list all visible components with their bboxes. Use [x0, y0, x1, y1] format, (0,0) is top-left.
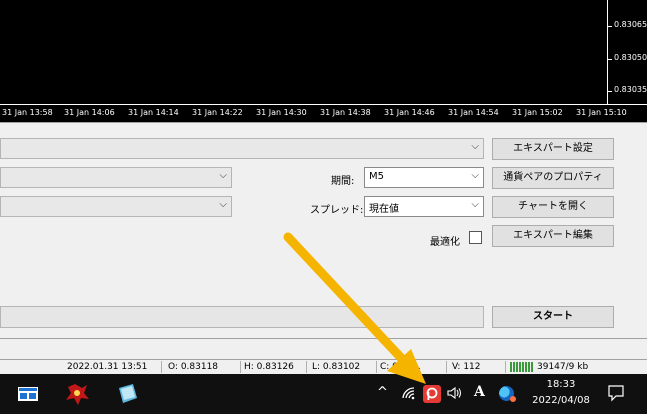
- edit-expert-button[interactable]: エキスパート編集: [492, 225, 614, 247]
- time-axis: 31 Jan 13:58 31 Jan 14:06 31 Jan 14:14 3…: [0, 104, 647, 122]
- optimization-checkbox[interactable]: [469, 231, 482, 244]
- time-label: 31 Jan 15:02: [512, 108, 563, 117]
- status-volume: V: 112: [452, 362, 481, 372]
- period-combo-value: M5: [369, 171, 384, 182]
- status-traffic: 39147/9 kb: [537, 362, 589, 372]
- time-label: 31 Jan 14:38: [320, 108, 371, 117]
- clock-time[interactable]: 18:33: [543, 379, 579, 390]
- screen: 0.83065 0.83050 0.83035 31 Jan 13:58 31 …: [0, 0, 647, 414]
- status-separator: [240, 361, 241, 373]
- tray-app-icon[interactable]: [423, 385, 441, 403]
- symbol-combo[interactable]: ⌵: [0, 167, 232, 188]
- notification-icon[interactable]: [607, 384, 625, 405]
- expert-combo[interactable]: ⌵: [0, 138, 484, 159]
- status-bar: 2022.01.31 13:51 O: 0.83118 H: 0.83126 L…: [0, 360, 647, 374]
- status-separator: [376, 361, 377, 373]
- windows-taskbar: ^ A 18:33 2022/04/08: [0, 374, 647, 414]
- optimization-label: 最適化: [430, 237, 460, 248]
- status-high: H: 0.83126: [244, 362, 294, 372]
- time-label: 31 Jan 14:06: [64, 108, 115, 117]
- period-combo[interactable]: M5 ⌵: [364, 167, 484, 188]
- status-low: L: 0.83102: [312, 362, 361, 372]
- wifi-icon[interactable]: [401, 386, 417, 403]
- model-combo[interactable]: ⌵: [0, 196, 232, 217]
- price-tick: [608, 59, 612, 60]
- status-separator: [306, 361, 307, 373]
- open-chart-button[interactable]: チャートを開く: [492, 196, 614, 218]
- price-label: 0.83035: [614, 85, 647, 94]
- speaker-icon[interactable]: [447, 386, 463, 403]
- price-tick: [608, 91, 612, 92]
- strategy-tester-panel: ⌵ エキスパート設定 ⌵ 期間: M5 ⌵ 通貨ペアのプロパティ ⌵ スプレッド…: [0, 122, 647, 336]
- symbol-properties-button[interactable]: 通貨ペアのプロパティ: [492, 167, 614, 189]
- time-label: 31 Jan 14:14: [128, 108, 179, 117]
- browser-tray-icon[interactable]: [499, 386, 516, 402]
- spread-combo[interactable]: 現在値 ⌵: [364, 196, 484, 217]
- spread-combo-value: 現在値: [369, 204, 399, 215]
- start-button[interactable]: スタート: [492, 306, 614, 328]
- status-separator: [446, 361, 447, 373]
- mt4-app-icon[interactable]: [62, 379, 90, 407]
- notepad-app-icon[interactable]: [113, 380, 141, 408]
- price-tick: [608, 26, 612, 27]
- price-scale: 0.83065 0.83050 0.83035: [607, 0, 647, 104]
- connection-icon: [510, 362, 534, 372]
- expert-settings-button[interactable]: エキスパート設定: [492, 138, 614, 160]
- price-label: 0.83065: [614, 20, 647, 29]
- chevron-down-icon: ⌵: [471, 141, 479, 152]
- status-separator: [505, 361, 506, 373]
- status-separator: [161, 361, 162, 373]
- time-label: 31 Jan 15:10: [576, 108, 627, 117]
- status-close: C: 0.83...: [380, 362, 421, 372]
- chevron-up-icon[interactable]: ^: [377, 385, 388, 400]
- badge-icon: [510, 396, 516, 402]
- price-label: 0.83050: [614, 53, 647, 62]
- time-label: 31 Jan 13:58: [2, 108, 53, 117]
- status-datetime: 2022.01.31 13:51: [67, 362, 148, 372]
- spread-label: スプレッド:: [310, 205, 364, 216]
- ime-indicator[interactable]: A: [474, 384, 485, 400]
- chevron-down-icon: ⌵: [219, 199, 227, 210]
- chevron-down-icon: ⌵: [471, 170, 479, 181]
- time-label: 31 Jan 14:46: [384, 108, 435, 117]
- progress-bar: [0, 306, 484, 328]
- status-open: O: 0.83118: [168, 362, 219, 372]
- chevron-down-icon: ⌵: [219, 170, 227, 181]
- time-label: 31 Jan 14:54: [448, 108, 499, 117]
- period-label: 期間:: [331, 176, 355, 187]
- tester-tabs: [0, 338, 647, 360]
- explorer-app-icon[interactable]: [14, 380, 42, 408]
- chevron-down-icon: ⌵: [471, 199, 479, 210]
- time-label: 31 Jan 14:22: [192, 108, 243, 117]
- time-label: 31 Jan 14:30: [256, 108, 307, 117]
- clock-date[interactable]: 2022/04/08: [529, 395, 593, 406]
- price-chart[interactable]: [0, 0, 607, 104]
